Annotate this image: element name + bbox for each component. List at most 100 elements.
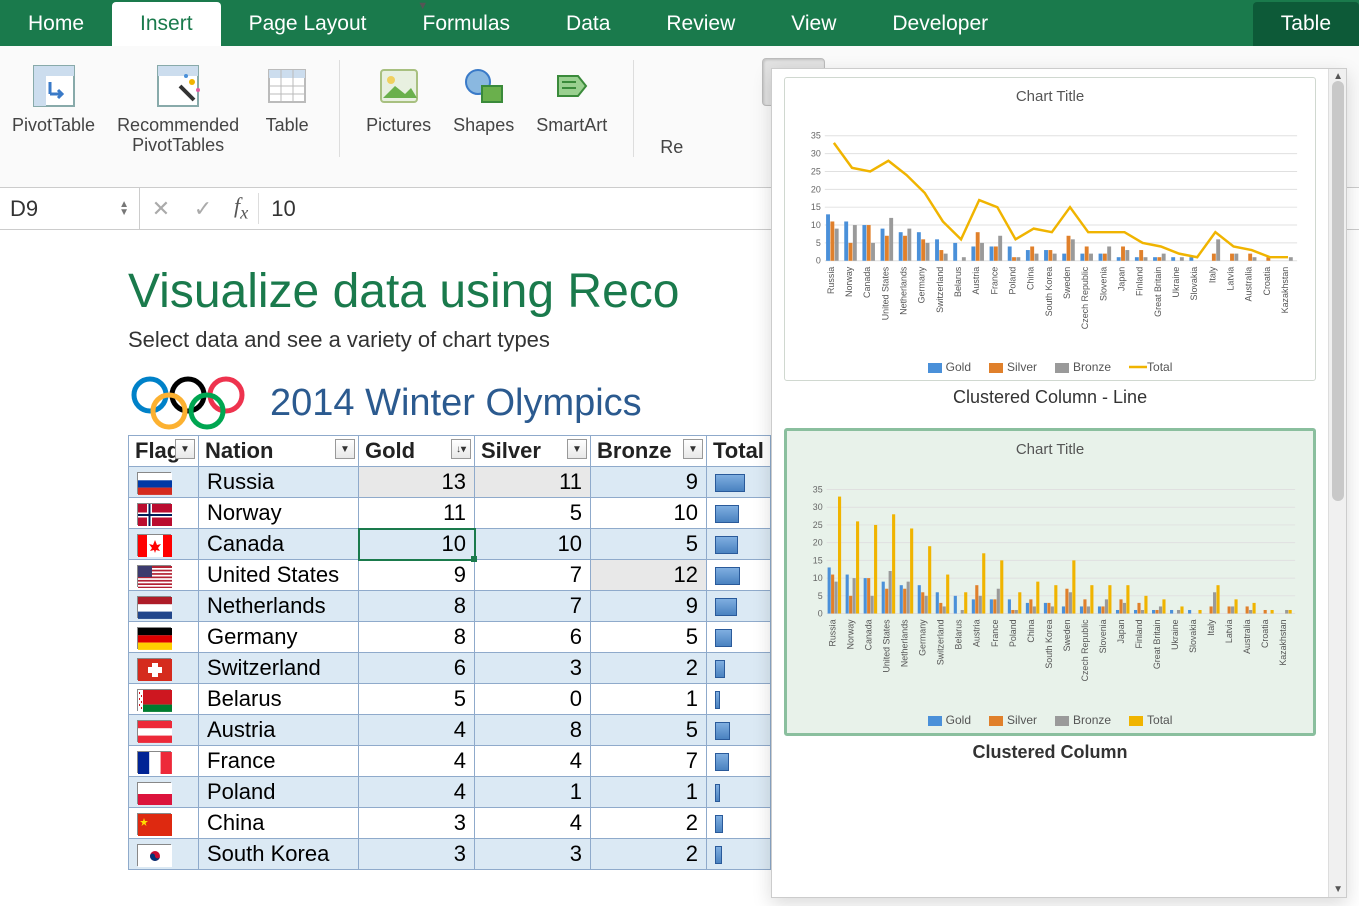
- tab-developer[interactable]: Developer: [864, 2, 1016, 46]
- gold-cell[interactable]: 5: [359, 684, 475, 715]
- gold-cell[interactable]: 4: [359, 746, 475, 777]
- bronze-cell[interactable]: 12: [591, 560, 707, 591]
- silver-cell[interactable]: 7: [475, 591, 591, 622]
- bronze-cell[interactable]: 7: [591, 746, 707, 777]
- fx-label[interactable]: fx: [224, 193, 259, 223]
- silver-cell[interactable]: 6: [475, 622, 591, 653]
- table-row[interactable]: Switzerland632: [129, 653, 771, 684]
- total-cell[interactable]: [707, 622, 771, 653]
- total-cell[interactable]: [707, 777, 771, 808]
- header-silver[interactable]: Silver▼: [475, 436, 591, 467]
- silver-cell[interactable]: 11: [475, 467, 591, 498]
- silver-cell[interactable]: 7: [475, 560, 591, 591]
- table-row[interactable]: Netherlands879: [129, 591, 771, 622]
- gold-cell[interactable]: 8: [359, 622, 475, 653]
- gold-cell[interactable]: 6: [359, 653, 475, 684]
- total-cell[interactable]: [707, 591, 771, 622]
- table-row[interactable]: Austria485: [129, 715, 771, 746]
- total-cell[interactable]: [707, 560, 771, 591]
- silver-cell[interactable]: 3: [475, 653, 591, 684]
- recommended-charts-button[interactable]: Re: [660, 52, 683, 187]
- gold-cell[interactable]: 4: [359, 777, 475, 808]
- total-cell[interactable]: [707, 715, 771, 746]
- bronze-cell[interactable]: 10: [591, 498, 707, 529]
- table-row[interactable]: Poland411: [129, 777, 771, 808]
- silver-cell[interactable]: 4: [475, 808, 591, 839]
- medals-table[interactable]: Flag▼ Nation▼ Gold↓▾ Silver▼ Bronze▼ Tot…: [128, 435, 771, 870]
- silver-cell[interactable]: 5: [475, 498, 591, 529]
- total-cell[interactable]: [707, 653, 771, 684]
- filter-sort-icon[interactable]: ↓▾: [451, 439, 471, 459]
- reco-scrollbar[interactable]: ▲ ▼: [1328, 69, 1346, 897]
- table-row[interactable]: China342: [129, 808, 771, 839]
- header-bronze[interactable]: Bronze▼: [591, 436, 707, 467]
- gold-cell[interactable]: 9: [359, 560, 475, 591]
- bronze-cell[interactable]: 5: [591, 715, 707, 746]
- total-cell[interactable]: [707, 808, 771, 839]
- gold-cell[interactable]: 8: [359, 591, 475, 622]
- total-cell[interactable]: [707, 467, 771, 498]
- shapes-button[interactable]: Shapes: [453, 52, 514, 187]
- header-nation[interactable]: Nation▼: [199, 436, 359, 467]
- gold-cell[interactable]: 10: [359, 529, 475, 560]
- gold-cell[interactable]: 11: [359, 498, 475, 529]
- table-row[interactable]: France447: [129, 746, 771, 777]
- tab-page-layout[interactable]: Page Layout: [221, 2, 395, 46]
- gold-cell[interactable]: 4: [359, 715, 475, 746]
- bronze-cell[interactable]: 9: [591, 591, 707, 622]
- tab-view[interactable]: View: [763, 2, 864, 46]
- table-row[interactable]: Russia13119: [129, 467, 771, 498]
- bronze-cell[interactable]: 2: [591, 808, 707, 839]
- bronze-cell[interactable]: 1: [591, 684, 707, 715]
- total-cell[interactable]: [707, 529, 771, 560]
- pivottable-button[interactable]: PivotTable: [12, 52, 95, 187]
- table-button[interactable]: Table: [261, 52, 313, 187]
- filter-icon[interactable]: ▼: [683, 439, 703, 459]
- tab-data[interactable]: Data: [538, 2, 638, 46]
- bronze-cell[interactable]: 9: [591, 467, 707, 498]
- recommended-pivottables-button[interactable]: Recommended PivotTables: [117, 52, 239, 187]
- table-row[interactable]: Canada10105: [129, 529, 771, 560]
- filter-icon[interactable]: ▼: [335, 439, 355, 459]
- cancel-formula-button[interactable]: ✕: [140, 196, 182, 222]
- gold-cell[interactable]: 3: [359, 808, 475, 839]
- silver-cell[interactable]: 10: [475, 529, 591, 560]
- silver-cell[interactable]: 1: [475, 777, 591, 808]
- table-row[interactable]: United States9712: [129, 560, 771, 591]
- bronze-cell[interactable]: 2: [591, 653, 707, 684]
- table-row[interactable]: Belarus501: [129, 684, 771, 715]
- name-box-stepper[interactable]: ▲▼: [119, 201, 129, 217]
- table-row[interactable]: Germany865: [129, 622, 771, 653]
- table-row[interactable]: Norway11510: [129, 498, 771, 529]
- bronze-cell[interactable]: 2: [591, 839, 707, 870]
- filter-icon[interactable]: ▼: [567, 439, 587, 459]
- chart-option-clustered-column[interactable]: Chart Title 05101520253035RussiaNorwayCa…: [784, 428, 1316, 736]
- scrollbar-thumb[interactable]: [1332, 81, 1344, 501]
- pictures-button[interactable]: Pictures ▼: [366, 52, 431, 187]
- tab-home[interactable]: Home: [0, 2, 112, 46]
- total-cell[interactable]: [707, 498, 771, 529]
- gold-cell[interactable]: 3: [359, 839, 475, 870]
- bronze-cell[interactable]: 1: [591, 777, 707, 808]
- scroll-down-icon[interactable]: ▼: [1332, 884, 1344, 895]
- formula-value[interactable]: 10: [259, 196, 307, 222]
- header-flag[interactable]: Flag▼: [129, 436, 199, 467]
- table-row[interactable]: South Korea332: [129, 839, 771, 870]
- header-total[interactable]: Total: [707, 436, 771, 467]
- bronze-cell[interactable]: 5: [591, 622, 707, 653]
- tab-review[interactable]: Review: [638, 2, 763, 46]
- filter-icon[interactable]: ▼: [175, 439, 195, 459]
- smartart-button[interactable]: SmartArt: [536, 52, 607, 187]
- total-cell[interactable]: [707, 684, 771, 715]
- tab-insert[interactable]: Insert: [112, 2, 221, 46]
- total-cell[interactable]: [707, 746, 771, 777]
- tab-table-context[interactable]: Table: [1253, 2, 1359, 46]
- tab-formulas[interactable]: Formulas: [395, 2, 539, 46]
- silver-cell[interactable]: 3: [475, 839, 591, 870]
- silver-cell[interactable]: 4: [475, 746, 591, 777]
- gold-cell[interactable]: 13: [359, 467, 475, 498]
- chart-option-clustered-column-line[interactable]: Chart Title 05101520253035RussiaNorwayCa…: [784, 77, 1316, 381]
- bronze-cell[interactable]: 5: [591, 529, 707, 560]
- silver-cell[interactable]: 0: [475, 684, 591, 715]
- silver-cell[interactable]: 8: [475, 715, 591, 746]
